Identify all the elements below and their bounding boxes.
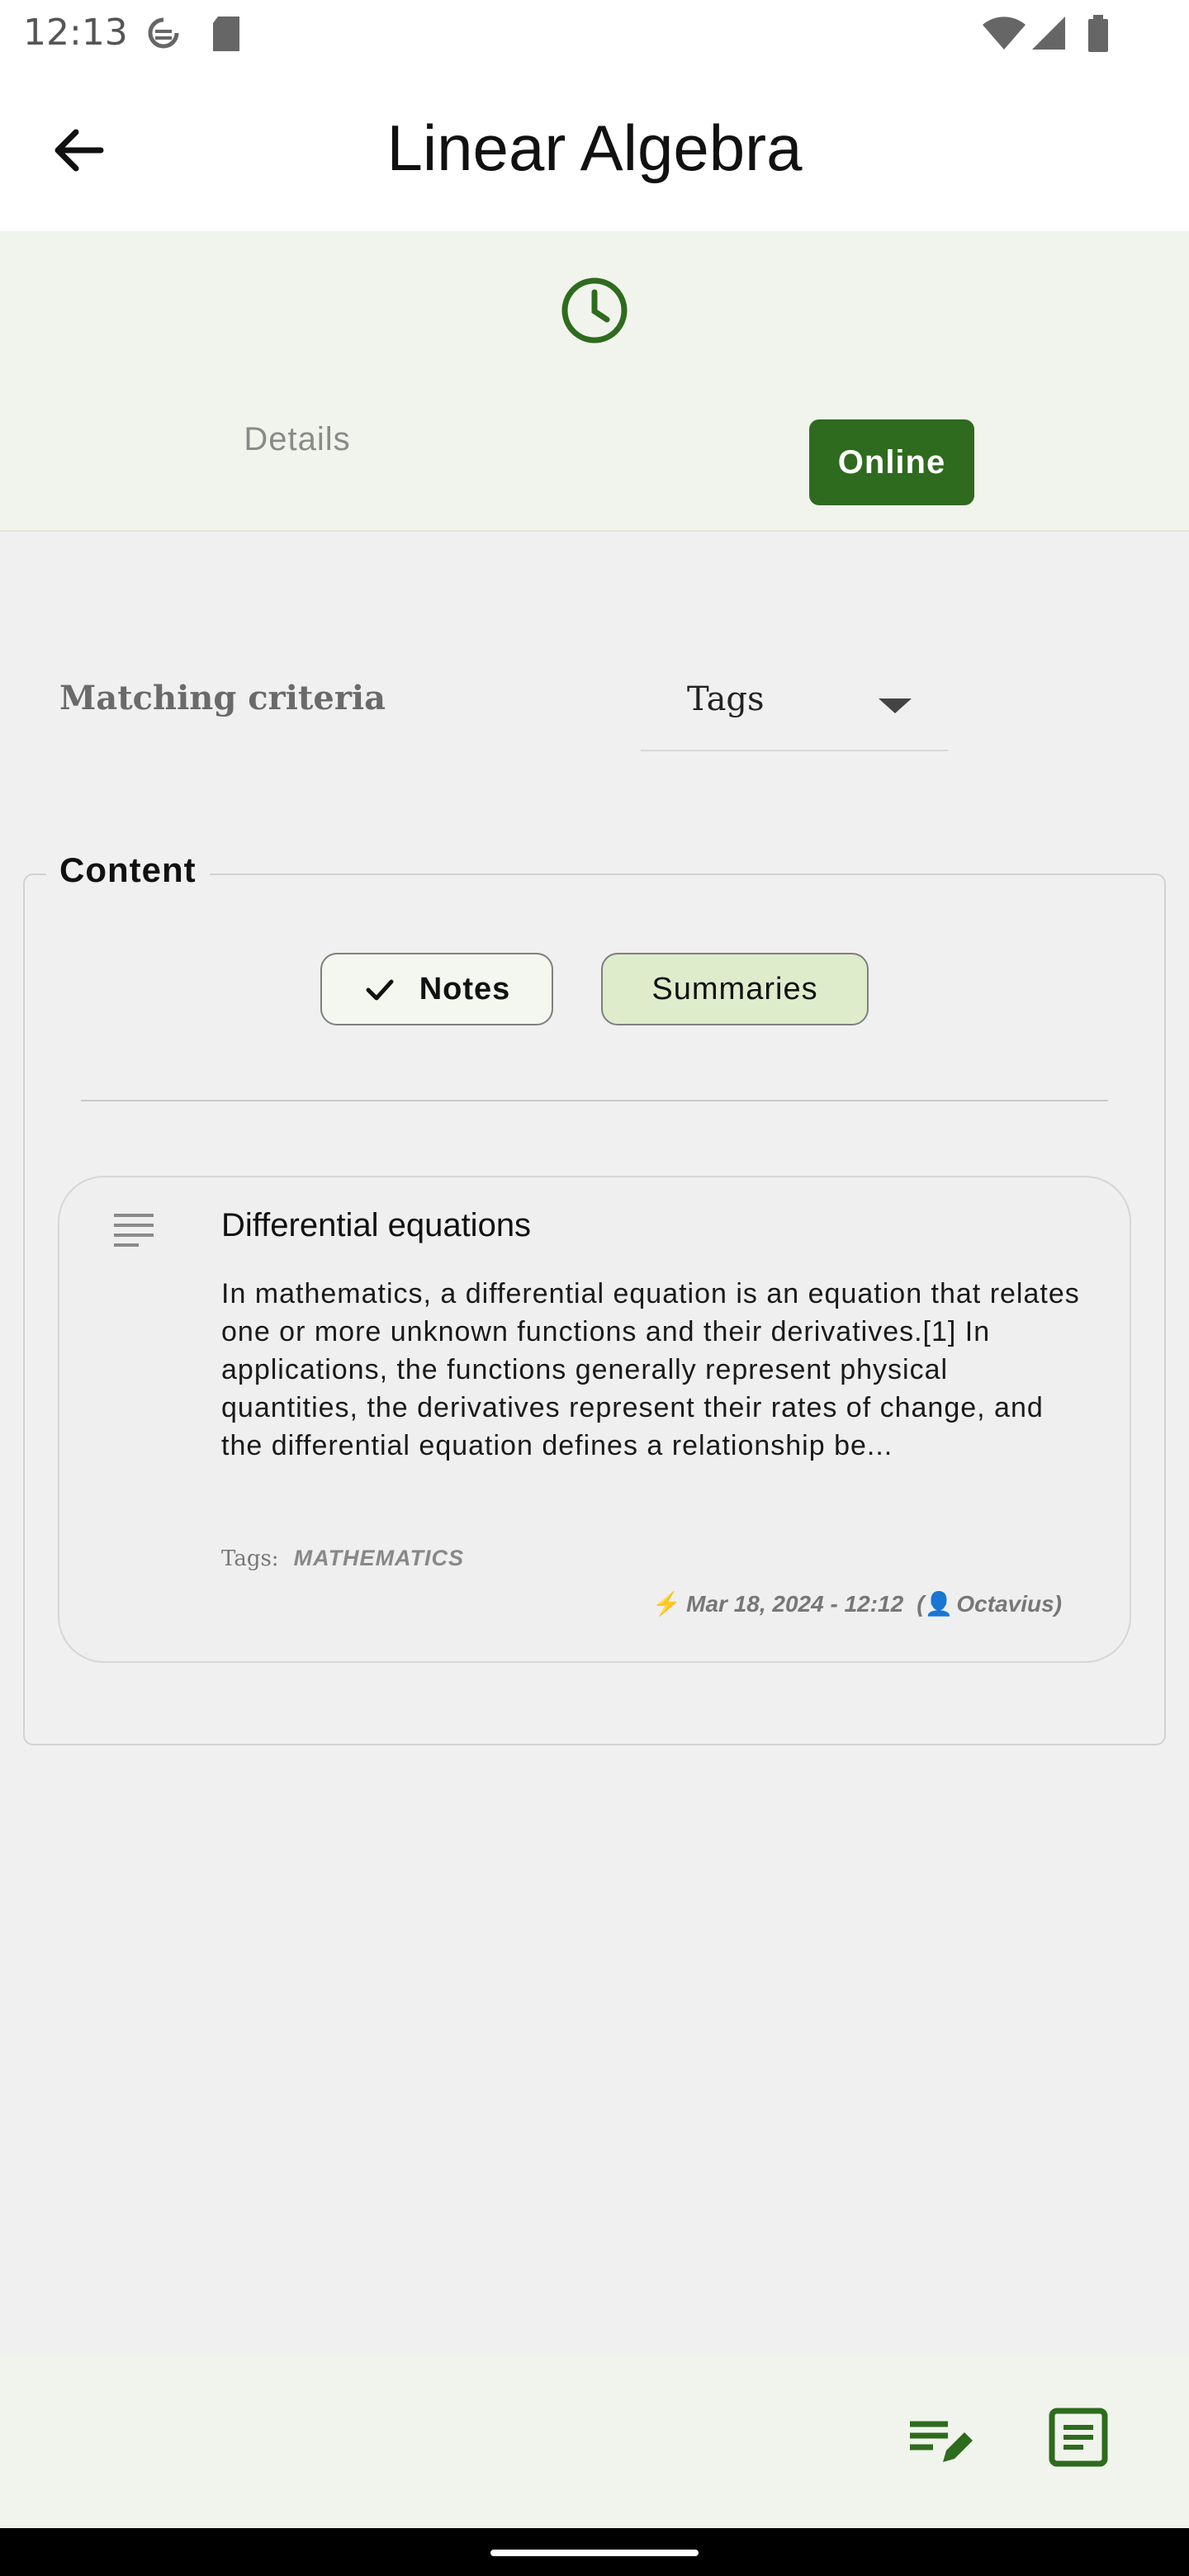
note-title: Differential equations bbox=[221, 1207, 532, 1243]
sync-status-icon bbox=[148, 17, 179, 49]
tag-value[interactable]: MATHEMATICS bbox=[294, 1546, 464, 1571]
home-indicator[interactable] bbox=[490, 2550, 699, 2556]
note-card[interactable]: Differential equations In mathematics, a… bbox=[58, 1176, 1131, 1663]
sd-card-icon bbox=[213, 17, 239, 51]
cell-signal-icon bbox=[1032, 17, 1065, 50]
note-meta: ⚡ Mar 18, 2024 - 12:12 ( 👤 Octavius ) bbox=[652, 1590, 1062, 1617]
tab-details[interactable]: Details bbox=[215, 421, 380, 458]
edit-note-icon bbox=[910, 2421, 973, 2462]
summaries-chip-label: Summaries bbox=[651, 971, 818, 1006]
tags-label: Tags: bbox=[221, 1546, 279, 1571]
battery-icon bbox=[1088, 15, 1108, 52]
tab-header: Details Online bbox=[0, 231, 1189, 532]
page-title: Linear Algebra bbox=[386, 111, 803, 184]
dropdown-caret-icon bbox=[879, 698, 912, 713]
notes-chip-label: Notes bbox=[419, 971, 511, 1006]
notes-lines-icon bbox=[114, 1214, 154, 1247]
bottom-action-bar bbox=[0, 2355, 1189, 2528]
note-author: Octavius bbox=[956, 1590, 1054, 1617]
content-legend: Content bbox=[46, 850, 210, 890]
summaries-filter-chip[interactable]: Summaries bbox=[601, 953, 869, 1025]
matching-criteria-value: Tags bbox=[687, 680, 765, 718]
matching-criteria-dropdown[interactable]: Tags bbox=[641, 661, 948, 751]
article-icon bbox=[1049, 2408, 1108, 2467]
status-time: 12:13 bbox=[23, 12, 128, 54]
app-bar: Linear Algebra bbox=[0, 69, 1189, 231]
tab-online[interactable]: Online bbox=[809, 419, 974, 505]
status-bar: 12:13 bbox=[0, 0, 1189, 69]
note-tags: Tags: MATHEMATICS bbox=[221, 1546, 464, 1571]
bolt-icon: ⚡ bbox=[652, 1591, 682, 1617]
notes-filter-chip[interactable]: Notes bbox=[320, 953, 553, 1025]
system-nav-bar bbox=[0, 2528, 1189, 2576]
note-date: Mar 18, 2024 - 12:12 bbox=[686, 1590, 904, 1617]
clock-icon bbox=[561, 277, 628, 343]
note-excerpt: In mathematics, a differential equation … bbox=[221, 1278, 1080, 1461]
check-icon bbox=[366, 979, 394, 1001]
wifi-icon bbox=[983, 17, 1026, 50]
article-button[interactable] bbox=[1037, 2396, 1120, 2479]
user-icon: 👤 bbox=[924, 1591, 954, 1617]
matching-criteria-label: Matching criteria bbox=[59, 679, 386, 717]
divider bbox=[81, 1100, 1108, 1101]
edit-note-button[interactable] bbox=[897, 2396, 979, 2479]
